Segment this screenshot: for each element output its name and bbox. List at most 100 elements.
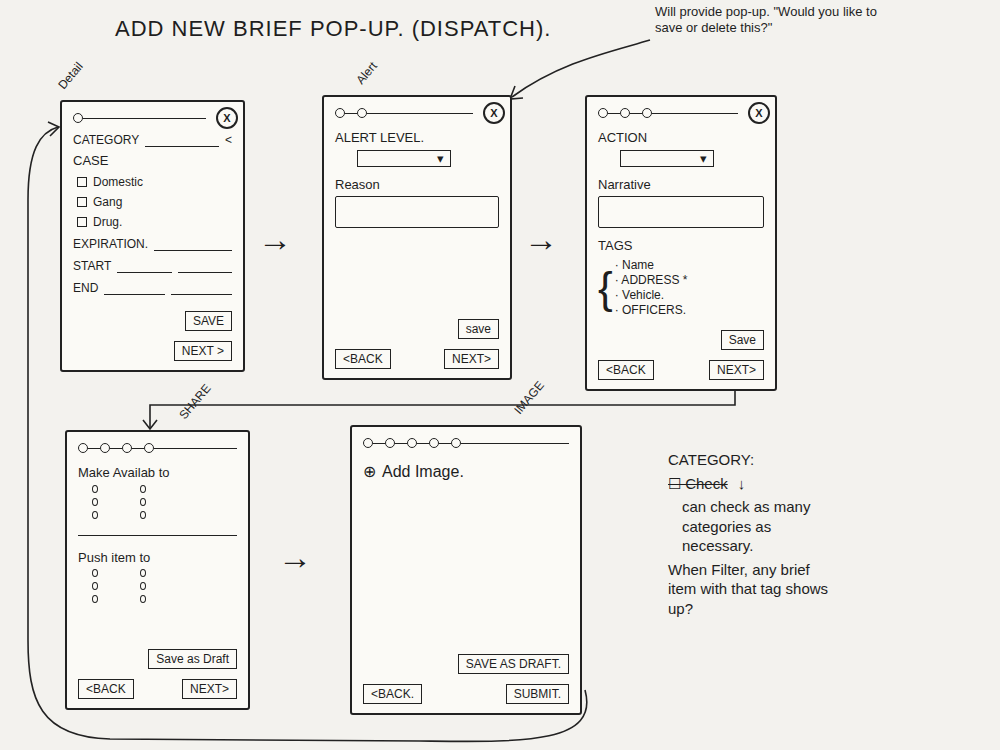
popup-screen: SHAREMake Availab toPush item toSave as …	[65, 430, 250, 710]
checkbox[interactable]	[77, 197, 87, 207]
progress-dot[interactable]	[385, 438, 395, 448]
progress-dot[interactable]	[451, 438, 461, 448]
dropdown[interactable]: ▾	[620, 150, 714, 167]
field-blank[interactable]	[117, 263, 171, 273]
field-label: CATEGORY	[73, 133, 139, 147]
form-field[interactable]: CATEGORY<	[73, 133, 232, 147]
progress-dot[interactable]	[78, 443, 88, 453]
step-label: Alert	[353, 59, 380, 87]
progress-line	[395, 443, 407, 444]
tag-item[interactable]: · Vehicle.	[615, 288, 688, 303]
checkbox-row[interactable]: Gang	[73, 195, 232, 209]
share-label: Make Availab to	[78, 465, 237, 481]
next-button[interactable]: NEXT>	[444, 349, 499, 369]
progress-dot[interactable]	[598, 108, 608, 118]
option-mark[interactable]	[92, 511, 98, 519]
save-row: Save as Draft	[78, 649, 237, 669]
progress-bar	[598, 106, 764, 120]
option-mark[interactable]	[92, 498, 98, 506]
progress-line	[630, 113, 642, 114]
form-field[interactable]: START	[73, 259, 232, 273]
next-button[interactable]: NEXT>	[182, 679, 237, 699]
textbox[interactable]	[598, 196, 764, 228]
dropdown[interactable]: ▾	[357, 150, 451, 167]
option-mark[interactable]	[140, 582, 146, 590]
back-button[interactable]: <BACK	[78, 679, 134, 699]
option-mark[interactable]	[92, 569, 98, 577]
page-title: ADD NEW BRIEF POP-UP. (DISPATCH).	[115, 16, 551, 42]
tag-item[interactable]: · ADDRESS *	[615, 273, 688, 288]
progress-dot[interactable]	[122, 443, 132, 453]
textbox[interactable]	[335, 196, 499, 228]
next-button[interactable]: NEXT >	[174, 341, 232, 361]
field-blank[interactable]	[145, 137, 219, 147]
plus-icon: ⊕	[363, 462, 376, 481]
dropdown-group: ALERT LEVEL.▾	[335, 130, 499, 167]
back-button[interactable]: <BACK	[335, 349, 391, 369]
annotation: Will provide pop-up. "Would you like to …	[655, 4, 895, 37]
nav-row: <BACK. SUBMIT.	[363, 684, 569, 704]
note-heading: CATEGORY:	[668, 450, 833, 470]
tags-label: TAGS	[598, 238, 764, 254]
next-button[interactable]: SUBMIT.	[506, 684, 569, 704]
progress-bar	[78, 441, 237, 455]
checkbox[interactable]	[77, 177, 87, 187]
down-arrow-icon: ↓	[738, 474, 746, 494]
nav-row: <BACK NEXT>	[78, 679, 237, 699]
progress-track	[367, 113, 473, 114]
checkbox[interactable]	[77, 217, 87, 227]
progress-dot[interactable]	[429, 438, 439, 448]
popup-screen: DetailXCATEGORY<CASEDomesticGangDrug.EXP…	[60, 100, 245, 372]
option-mark[interactable]	[140, 595, 146, 603]
form-field[interactable]: END	[73, 281, 232, 295]
progress-dot[interactable]	[357, 108, 367, 118]
option-mark[interactable]	[92, 582, 98, 590]
save-row: save	[335, 319, 499, 339]
progress-bar	[335, 106, 499, 120]
save-row: Save	[598, 330, 764, 350]
textbox-label: Narrative	[598, 177, 764, 193]
option-mark[interactable]	[92, 485, 98, 493]
progress-dot[interactable]	[144, 443, 154, 453]
close-button[interactable]: X	[216, 107, 238, 129]
field-blank[interactable]	[154, 241, 232, 251]
save-button[interactable]: SAVE AS DRAFT.	[458, 654, 569, 674]
checkbox-row[interactable]: Domestic	[73, 175, 232, 189]
field-blank[interactable]	[171, 285, 232, 295]
option-mark[interactable]	[140, 569, 146, 577]
progress-dot[interactable]	[100, 443, 110, 453]
form-field[interactable]: EXPIRATION.	[73, 237, 232, 251]
add-image-label: Add Image.	[382, 463, 464, 481]
back-button[interactable]: <BACK.	[363, 684, 422, 704]
option-mark[interactable]	[140, 498, 146, 506]
close-button[interactable]: X	[483, 102, 505, 124]
note-struck-row: ☐ Check↓	[668, 474, 833, 494]
close-button[interactable]: X	[748, 102, 770, 124]
field-blank[interactable]	[104, 285, 165, 295]
option-grid	[78, 485, 237, 519]
progress-dot[interactable]	[335, 108, 345, 118]
tag-item[interactable]: · Name	[615, 258, 688, 273]
save-button[interactable]: Save	[721, 330, 764, 350]
tag-item[interactable]: · OFFICERS.	[615, 303, 688, 318]
progress-dot[interactable]	[642, 108, 652, 118]
save-button[interactable]: Save as Draft	[148, 649, 237, 669]
add-image[interactable]: ⊕ Add Image.	[363, 462, 569, 481]
next-button[interactable]: NEXT>	[709, 360, 764, 380]
tags-group: TAGS{· Name· ADDRESS *· Vehicle.· OFFICE…	[598, 238, 764, 318]
option-grid	[78, 569, 237, 603]
progress-line	[345, 113, 357, 114]
option-mark[interactable]	[140, 511, 146, 519]
option-mark[interactable]	[92, 595, 98, 603]
option-mark[interactable]	[140, 485, 146, 493]
save-button[interactable]: save	[458, 319, 499, 339]
field-blank[interactable]	[178, 263, 232, 273]
back-button[interactable]: <BACK	[598, 360, 654, 380]
progress-dot[interactable]	[407, 438, 417, 448]
checkbox-row[interactable]: Drug.	[73, 215, 232, 229]
progress-dot[interactable]	[620, 108, 630, 118]
footer: SAVE AS DRAFT. <BACK. SUBMIT.	[363, 654, 569, 704]
save-button[interactable]: SAVE	[185, 311, 232, 331]
progress-dot[interactable]	[73, 113, 83, 123]
progress-dot[interactable]	[363, 438, 373, 448]
